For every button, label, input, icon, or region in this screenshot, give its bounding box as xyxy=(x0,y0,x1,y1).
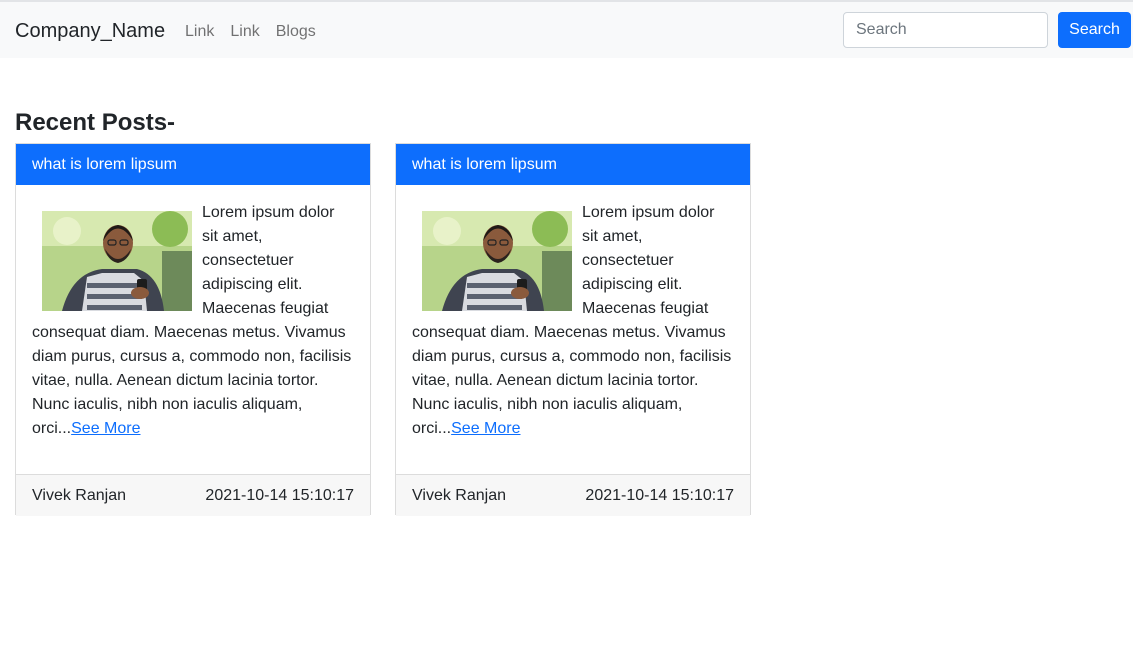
post-card: what is lorem lipsum Lorem ipsum dolor s… xyxy=(395,143,751,516)
post-footer: Vivek Ranjan 2021-10-14 15:10:17 xyxy=(396,474,750,516)
author-photo xyxy=(422,211,572,311)
search-input[interactable] xyxy=(843,12,1048,48)
nav-links: Link Link Blogs xyxy=(185,22,316,42)
section-title: Recent Posts- xyxy=(15,109,176,136)
post-title: what is lorem lipsum xyxy=(16,144,370,185)
brand-name[interactable]: Company_Name xyxy=(15,19,165,43)
author-photo xyxy=(42,211,192,311)
post-author: Vivek Ranjan xyxy=(412,486,506,504)
nav-link-1[interactable]: Link xyxy=(185,22,214,42)
post-body: Lorem ipsum dolor sit amet, consectetuer… xyxy=(396,185,750,474)
search-button[interactable]: Search xyxy=(1058,12,1131,48)
nav-link-blogs[interactable]: Blogs xyxy=(276,22,316,42)
see-more-link[interactable]: See More xyxy=(71,420,140,437)
post-footer: Vivek Ranjan 2021-10-14 15:10:17 xyxy=(16,474,370,516)
post-date: 2021-10-14 15:10:17 xyxy=(205,486,354,504)
nav-link-2[interactable]: Link xyxy=(230,22,259,42)
see-more-link[interactable]: See More xyxy=(451,420,520,437)
navbar: Company_Name Link Link Blogs Search xyxy=(0,2,1133,58)
post-card: what is lorem lipsum Lorem ipsum dolor s… xyxy=(15,143,371,516)
post-author: Vivek Ranjan xyxy=(32,486,126,504)
post-date: 2021-10-14 15:10:17 xyxy=(585,486,734,504)
post-title: what is lorem lipsum xyxy=(396,144,750,185)
post-body: Lorem ipsum dolor sit amet, consectetuer… xyxy=(16,185,370,474)
